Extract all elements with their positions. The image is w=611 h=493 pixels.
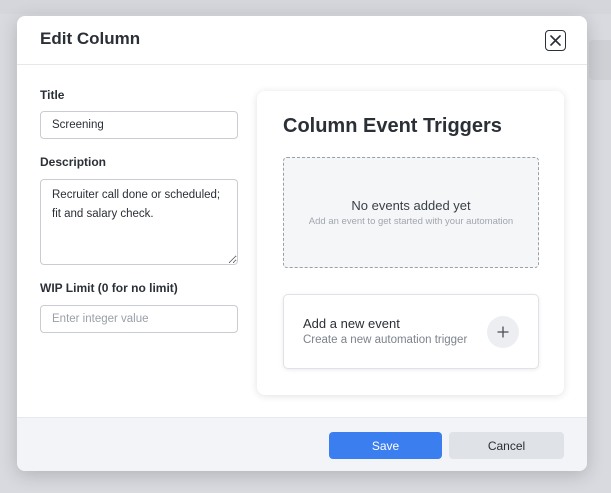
empty-events-placeholder: No events added yet Add an event to get … bbox=[283, 157, 539, 268]
description-label: Description bbox=[40, 155, 107, 169]
add-event-title: Add a new event bbox=[303, 316, 400, 331]
add-event-button[interactable] bbox=[487, 316, 519, 348]
add-event-card[interactable]: Add a new event Create a new automation … bbox=[283, 294, 539, 369]
cancel-button[interactable]: Cancel bbox=[449, 432, 564, 459]
modal-header: Edit Column bbox=[17, 16, 587, 65]
triggers-title: Column Event Triggers bbox=[283, 115, 502, 137]
empty-events-title: No events added yet bbox=[351, 198, 471, 213]
modal-title: Edit Column bbox=[40, 29, 141, 48]
save-button[interactable]: Save bbox=[329, 432, 442, 459]
add-event-subtitle: Create a new automation trigger bbox=[303, 334, 468, 346]
description-textarea[interactable]: Recruiter call done or scheduled; fit an… bbox=[40, 179, 238, 265]
title-label: Title bbox=[40, 88, 65, 102]
title-input[interactable] bbox=[40, 111, 238, 139]
close-x-icon bbox=[550, 35, 561, 46]
event-triggers-card: Column Event Triggers No events added ye… bbox=[257, 91, 564, 395]
close-button[interactable] bbox=[545, 30, 566, 51]
wip-limit-label: WIP Limit (0 for no limit) bbox=[40, 281, 178, 295]
edit-column-modal: Edit Column Title Description Recruiter … bbox=[17, 16, 587, 471]
plus-icon bbox=[497, 326, 509, 338]
column-form: Title Description Recruiter call done or… bbox=[40, 88, 239, 333]
empty-events-subtitle: Add an event to get started with your au… bbox=[308, 216, 514, 227]
wip-limit-input[interactable] bbox=[40, 305, 238, 333]
modal-footer: Save Cancel bbox=[17, 417, 587, 471]
